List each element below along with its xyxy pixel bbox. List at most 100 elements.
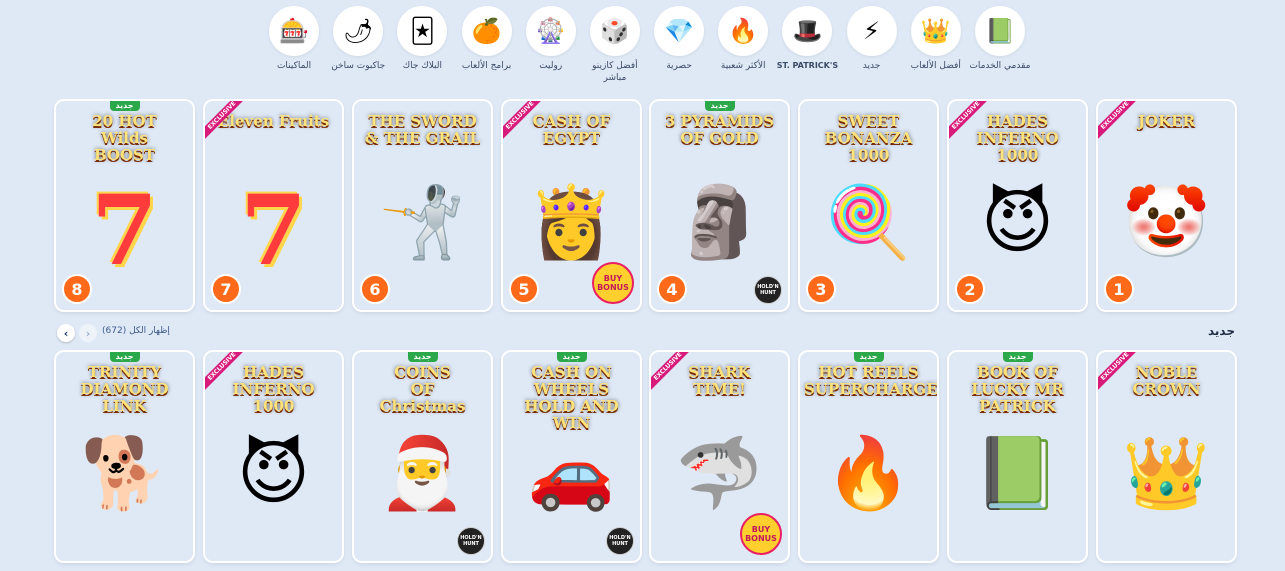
category-item[interactable]: 🎰 الماكينات <box>262 6 326 90</box>
category-item[interactable]: 🃏 البلاك جاك <box>390 6 454 90</box>
carousel-next-button[interactable]: › <box>79 324 97 342</box>
game-artwork: 🍭 <box>824 181 913 264</box>
category-label: مقدمي الخدمات <box>969 61 1031 71</box>
game-artwork: 🦈 <box>675 432 764 515</box>
category-label: البلاك جاك <box>402 61 443 71</box>
crown-icon: 👑 <box>910 6 961 56</box>
category-label: الماكينات <box>276 61 312 71</box>
rank-badge: 5 <box>509 274 539 304</box>
category-item[interactable]: 🔥 الأكثر شعبية <box>711 6 775 90</box>
game-card[interactable]: Eleven Fruits 7 EXCLUSIVE 7 <box>205 101 342 310</box>
new-badge: جديد <box>1002 352 1033 362</box>
game-artwork: 🚗 <box>527 432 616 515</box>
new-badge: جديد <box>704 101 735 111</box>
game-title: COINS OF Christmas <box>379 363 466 415</box>
game-title: NOBLE CROWN <box>1132 363 1201 398</box>
category-strip: 📗 مقدمي الخدمات 👑 أفضل الألعاب ⚡ جديد 🎩 ST. PAT… <box>262 6 1032 90</box>
cards-icon: 🃏 <box>397 6 448 56</box>
game-card[interactable]: HADES INFERNO 1000 😈 EXCLUSIVE 2 <box>949 101 1086 310</box>
game-title: CASH OF EGYPT <box>532 112 611 147</box>
provider-logo: HOLD'N HUNT <box>457 527 485 555</box>
rank-badge: 3 <box>806 274 836 304</box>
game-title: HADES INFERNO 1000 <box>976 112 1059 164</box>
game-artwork: 🎅 <box>378 432 467 515</box>
game-title: 20 HOT Wilds BOOST <box>92 112 157 164</box>
chili-pepper-icon: 🌶 <box>333 6 384 56</box>
game-title: BOOK OF LUCKY MR PATRICK <box>971 363 1064 415</box>
game-card[interactable]: NOBLE CROWN 👑 EXCLUSIVE <box>1098 352 1235 561</box>
carousel-prev-button[interactable]: ‹ <box>57 324 75 342</box>
game-card[interactable]: COINS OF Christmas 🎅 جديد HOLD'N HUNT <box>354 352 491 561</box>
top-games-row: 20 HOT Wilds BOOST 7 جديد 8 Eleven Fruits 7 EX… <box>56 101 1235 310</box>
category-label: برامج الألعاب <box>461 61 512 71</box>
game-artwork: 👑 <box>1122 432 1211 515</box>
game-title: THE SWORD & THE GRAIL <box>364 112 481 147</box>
lightning-icon: ⚡ <box>846 6 897 56</box>
category-label: جديد <box>862 61 881 71</box>
category-label: أفضل الألعاب <box>910 61 961 71</box>
new-badge: جديد <box>853 352 884 362</box>
category-item[interactable]: 💎 حصرية <box>647 6 711 90</box>
category-item[interactable]: 👑 أفضل الألعاب <box>904 6 968 90</box>
new-badge: جديد <box>109 352 140 362</box>
game-artwork: 😈 <box>237 432 310 515</box>
see-all-link[interactable]: إظهار الكل (672) <box>102 326 170 336</box>
game-card[interactable]: TRINITY DIAMOND LINK 🐕 جديد <box>56 352 193 561</box>
game-card[interactable]: HADES INFERNO 1000 😈 EXCLUSIVE <box>205 352 342 561</box>
section-title-new: جديد <box>1207 324 1235 338</box>
game-artwork: 🐕 <box>80 432 169 515</box>
game-card[interactable]: JOKER 🤡 EXCLUSIVE 1 <box>1098 101 1235 310</box>
game-card[interactable]: SWEET BONANZA 1000 🍭 3 <box>800 101 937 310</box>
new-badge: جديد <box>109 101 140 111</box>
game-title: 3 PYRAMIDS OF GOLD <box>664 112 775 147</box>
provider-logo: HOLD'N HUNT <box>754 276 782 304</box>
category-item[interactable]: ⚡ جديد <box>839 6 903 90</box>
game-title: HADES INFERNO 1000 <box>232 363 315 415</box>
game-artwork: 🔥 <box>824 432 913 515</box>
game-card[interactable]: CASH OF EGYPT 👸 EXCLUSIVE 5 BUY BONUS <box>503 101 640 310</box>
game-title: TRINITY DIAMOND LINK <box>80 363 169 415</box>
rank-badge: 6 <box>360 274 390 304</box>
game-title: Eleven Fruits <box>217 112 330 130</box>
category-item[interactable]: 🌶 جاكبوت ساخن <box>326 6 390 90</box>
category-label: جاكبوت ساخن <box>331 61 386 71</box>
category-label: ST. PATRICK'S <box>776 61 839 70</box>
game-artwork: 7 <box>91 173 158 287</box>
slot-reel-icon: 🎰 <box>269 6 320 56</box>
game-card[interactable]: 20 HOT Wilds BOOST 7 جديد 8 <box>56 101 193 310</box>
new-games-row: TRINITY DIAMOND LINK 🐕 جديد HADES INFERNO 1… <box>56 352 1235 561</box>
game-title: HOT REELS SUPERCHARGED <box>804 363 937 398</box>
diamond-icon: 💎 <box>654 6 705 56</box>
new-badge: جديد <box>556 352 587 362</box>
game-card[interactable]: HOT REELS SUPERCHARGED 🔥 جديد <box>800 352 937 561</box>
roulette-icon: 🎡 <box>525 6 576 56</box>
game-title: SWEET BONANZA 1000 <box>824 112 913 164</box>
rank-badge: 8 <box>62 274 92 304</box>
game-artwork: 👸 <box>527 181 616 264</box>
category-item[interactable]: 🍊 برامج الألعاب <box>454 6 518 90</box>
game-card[interactable]: BOOK OF LUCKY MR PATRICK 📗 جديد <box>949 352 1086 561</box>
game-card[interactable]: THE SWORD & THE GRAIL 🤺 6 <box>354 101 491 310</box>
provider-logo: HOLD'N HUNT <box>606 527 634 555</box>
orange-slice-icon: 🍊 <box>461 6 512 56</box>
buy-bonus-badge: BUY BONUS <box>592 262 634 304</box>
game-title: CASH ON WHEELS HOLD AND WIN <box>524 363 619 432</box>
leprechaun-hat-icon: 🎩 <box>782 6 833 56</box>
category-item[interactable]: 🎲 أفضل كازينو مباشر <box>583 6 647 90</box>
game-card[interactable]: 3 PYRAMIDS OF GOLD 🗿 جديد 4 HOLD'N HUNT <box>651 101 788 310</box>
category-label: روليت <box>539 61 563 71</box>
buy-bonus-badge: BUY BONUS <box>740 513 782 555</box>
rank-badge: 1 <box>1104 274 1134 304</box>
game-title: SHARK TIME! <box>688 363 751 398</box>
category-label: الأكثر شعبية <box>720 61 766 71</box>
category-item[interactable]: 🎩 ST. PATRICK'S <box>775 6 839 90</box>
game-card[interactable]: SHARK TIME! 🦈 EXCLUSIVE BUY BONUS <box>651 352 788 561</box>
category-item[interactable]: 🎡 روليت <box>519 6 583 90</box>
dice-icon: 🎲 <box>589 6 640 56</box>
rank-badge: 2 <box>955 274 985 304</box>
game-card[interactable]: CASH ON WHEELS HOLD AND WIN 🚗 جديد HOLD'N H… <box>503 352 640 561</box>
game-artwork: 🗿 <box>675 181 764 264</box>
new-badge: جديد <box>407 352 438 362</box>
category-item[interactable]: 📗 مقدمي الخدمات <box>968 6 1032 90</box>
category-label: حصرية <box>666 61 692 71</box>
